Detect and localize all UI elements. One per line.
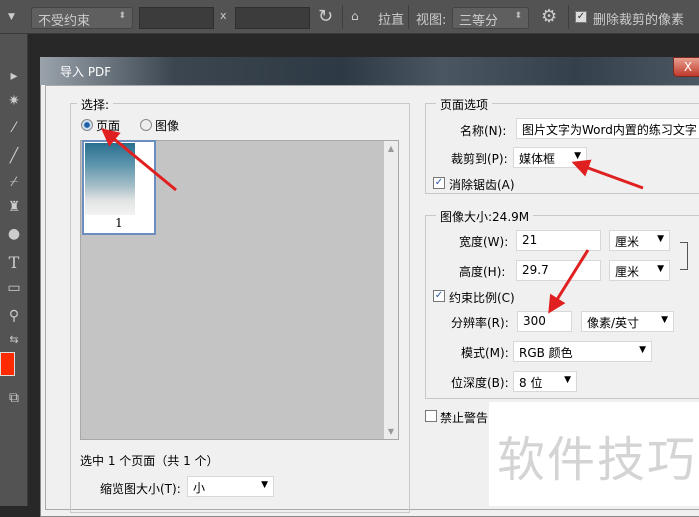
- arrow-to-page-radio: [101, 128, 177, 192]
- annotation-arrows: [101, 128, 644, 314]
- arrow-to-resolution: [548, 249, 590, 314]
- arrow-to-crop-select: [571, 159, 644, 190]
